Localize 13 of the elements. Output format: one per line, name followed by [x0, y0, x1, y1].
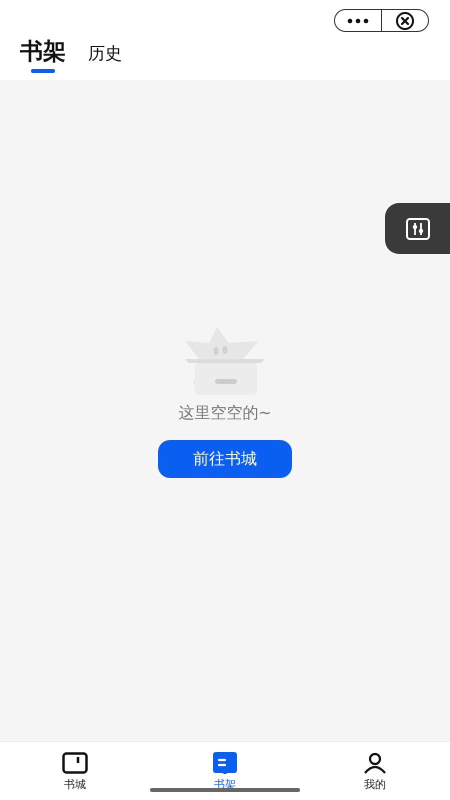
square-icon: [62, 752, 88, 774]
empty-message: 这里空空的~: [178, 403, 272, 424]
nav-tab[interactable]: 我的: [300, 742, 450, 800]
shelf-tab[interactable]: 历史: [88, 42, 122, 75]
shelf-tab[interactable]: 书架: [20, 36, 66, 75]
person-icon: [362, 752, 388, 774]
filter-button[interactable]: [385, 203, 450, 254]
sliders-icon: [404, 216, 430, 240]
go-to-store-button[interactable]: 前往书城: [158, 440, 292, 478]
close-icon: [395, 10, 415, 30]
more-icon: [347, 18, 369, 24]
nav-tab[interactable]: 书城: [0, 742, 150, 800]
book-icon: [212, 752, 238, 774]
